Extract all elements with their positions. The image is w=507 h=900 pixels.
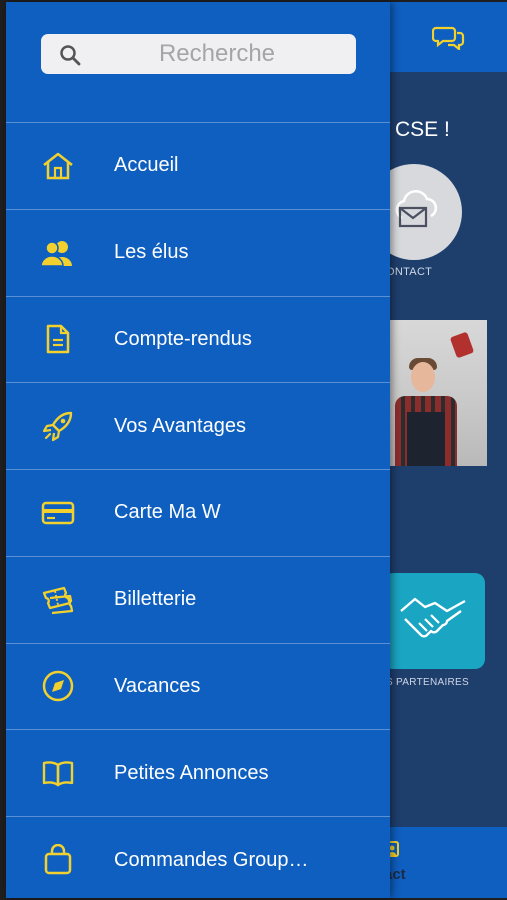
- credit-card-icon: [40, 495, 76, 531]
- compass-icon: [40, 668, 76, 704]
- menu-item-vos-avantages[interactable]: Vos Avantages: [6, 383, 390, 470]
- menu-item-compte-rendus[interactable]: Compte-rendus: [6, 297, 390, 384]
- handshake-icon: [400, 597, 466, 638]
- menu-item-label: Vos Avantages: [114, 414, 246, 437]
- menu-item-accueil[interactable]: Accueil: [6, 123, 390, 210]
- search-icon: [60, 45, 81, 66]
- search-box[interactable]: [41, 34, 356, 74]
- menu-item-label: Vacances: [114, 674, 201, 697]
- menu-item-label: Les élus: [114, 241, 189, 264]
- book-icon: [40, 755, 76, 791]
- welcome-text: CSE !: [395, 118, 450, 141]
- photo-overall: [407, 412, 445, 466]
- contact-tile-label: ONTACT: [386, 266, 433, 278]
- chat-icon[interactable]: [432, 24, 466, 50]
- partners-tile[interactable]: [383, 573, 485, 669]
- drawer-search-area: [6, 2, 390, 123]
- home-icon: [40, 148, 76, 184]
- menu-item-label: Billetterie: [114, 588, 197, 611]
- promo-photo[interactable]: [389, 320, 487, 466]
- users-icon: [40, 235, 76, 271]
- ticket-icon: [40, 582, 76, 618]
- partners-tile-label: S PARTENAIRES: [386, 677, 469, 688]
- rocket-icon: [40, 408, 76, 444]
- photo-can: [449, 331, 475, 359]
- menu-item-petites-annonces[interactable]: Petites Annonces: [6, 730, 390, 817]
- menu-item-label: Compte-rendus: [114, 327, 252, 350]
- menu-item-billetterie[interactable]: Billetterie: [6, 557, 390, 644]
- menu-item-label: Petites Annonces: [114, 761, 269, 784]
- menu-item-label: Accueil: [114, 154, 179, 177]
- bag-icon: [40, 842, 76, 878]
- mail-cloud-icon: [395, 190, 438, 228]
- menu-item-les-elus[interactable]: Les élus: [6, 210, 390, 297]
- navigation-drawer: Accueil Les élus Compte-rendus: [6, 2, 390, 898]
- menu-item-vacances[interactable]: Vacances: [6, 644, 390, 731]
- menu-item-label: Carte Ma W: [114, 501, 221, 524]
- search-input[interactable]: [97, 34, 337, 74]
- photo-face: [411, 362, 435, 392]
- menu-item-commandes-groupees[interactable]: Commandes Group…: [6, 817, 390, 898]
- menu-item-label: Commandes Group…: [114, 848, 309, 871]
- menu-item-carte-ma-w[interactable]: Carte Ma W: [6, 470, 390, 557]
- document-icon: [40, 321, 76, 357]
